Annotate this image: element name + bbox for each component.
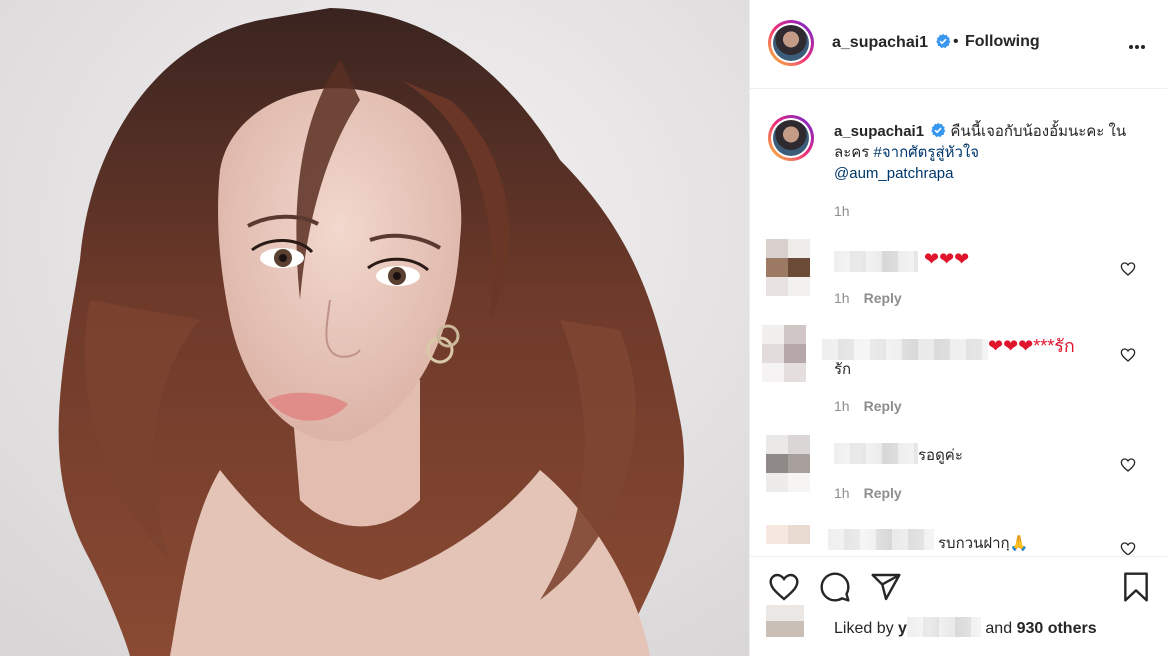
- caption-hashtag[interactable]: #จากศัตรูสู่หัวใจ: [874, 144, 980, 161]
- caption-avatar[interactable]: [768, 115, 814, 161]
- caption-username[interactable]: a_supachai1: [834, 123, 924, 140]
- comment-username-blurred[interactable]: [834, 443, 918, 464]
- author-name-row: a_supachai1: [832, 33, 951, 52]
- liker-username-blurred[interactable]: [906, 617, 981, 637]
- comment-username-blurred[interactable]: [822, 339, 988, 360]
- heart-icon[interactable]: [1120, 541, 1136, 555]
- more-options-icon[interactable]: [1128, 36, 1152, 52]
- comment-username-blurred[interactable]: [834, 251, 918, 272]
- heart-icon[interactable]: [1120, 457, 1136, 473]
- comment-meta: 1h Reply: [834, 398, 902, 414]
- comment-username-blurred[interactable]: [828, 529, 934, 550]
- verified-badge-icon: [935, 33, 950, 49]
- comment-text: ❤❤❤: [924, 249, 970, 269]
- caption-time: 1h: [834, 203, 850, 219]
- comments-section[interactable]: a_supachai1 คืนนี้เจอกับน้องอั้มนะคะ ในล…: [750, 89, 1167, 555]
- heart-icon[interactable]: [1120, 261, 1136, 277]
- post-header: a_supachai1 • Following: [750, 0, 1167, 89]
- reply-button[interactable]: Reply: [864, 290, 902, 306]
- share-icon[interactable]: [870, 571, 902, 603]
- caption: a_supachai1 คืนนี้เจอกับน้องอั้มนะคะ ในล…: [834, 121, 1134, 184]
- comment-text-continued: รัก: [834, 361, 852, 378]
- reply-button[interactable]: Reply: [864, 398, 902, 414]
- comment-meta: 1h Reply: [834, 485, 902, 501]
- separator-dot: •: [953, 33, 959, 50]
- post-side-panel: a_supachai1 • Following a_supachai1 คืนน…: [749, 0, 1167, 657]
- comment-text: รอดูค่ะ: [918, 447, 963, 464]
- liker-avatar[interactable]: [766, 605, 804, 639]
- comment-avatar[interactable]: [766, 525, 810, 555]
- comment-text: ❤❤❤***รัก: [988, 336, 1075, 356]
- author-username[interactable]: a_supachai1: [832, 34, 928, 51]
- likes-count[interactable]: 930 others: [1017, 620, 1097, 637]
- comment-avatar[interactable]: [766, 435, 810, 492]
- verified-badge-icon: [931, 122, 946, 138]
- comment-icon[interactable]: [819, 571, 851, 603]
- liked-by-text: Liked by y and 930 others: [834, 617, 1097, 638]
- following-button[interactable]: Following: [965, 33, 1040, 51]
- comment-avatar[interactable]: [766, 239, 810, 296]
- post-actions: Liked by y and 930 others: [750, 556, 1167, 657]
- caption-mention[interactable]: @aum_patchrapa: [834, 165, 953, 182]
- reply-button[interactable]: Reply: [864, 485, 902, 501]
- post-photo[interactable]: [0, 0, 749, 656]
- heart-icon[interactable]: [768, 571, 800, 603]
- comment-text: รบกวนฝากฺ🙏: [938, 535, 1029, 552]
- comment-meta: 1h Reply: [834, 290, 902, 306]
- comment-avatar[interactable]: [762, 325, 806, 382]
- author-avatar[interactable]: [768, 20, 814, 66]
- portrait-image: [0, 0, 749, 656]
- heart-icon[interactable]: [1120, 347, 1136, 363]
- bookmark-icon[interactable]: [1120, 571, 1152, 603]
- liker-username[interactable]: y: [898, 620, 907, 637]
